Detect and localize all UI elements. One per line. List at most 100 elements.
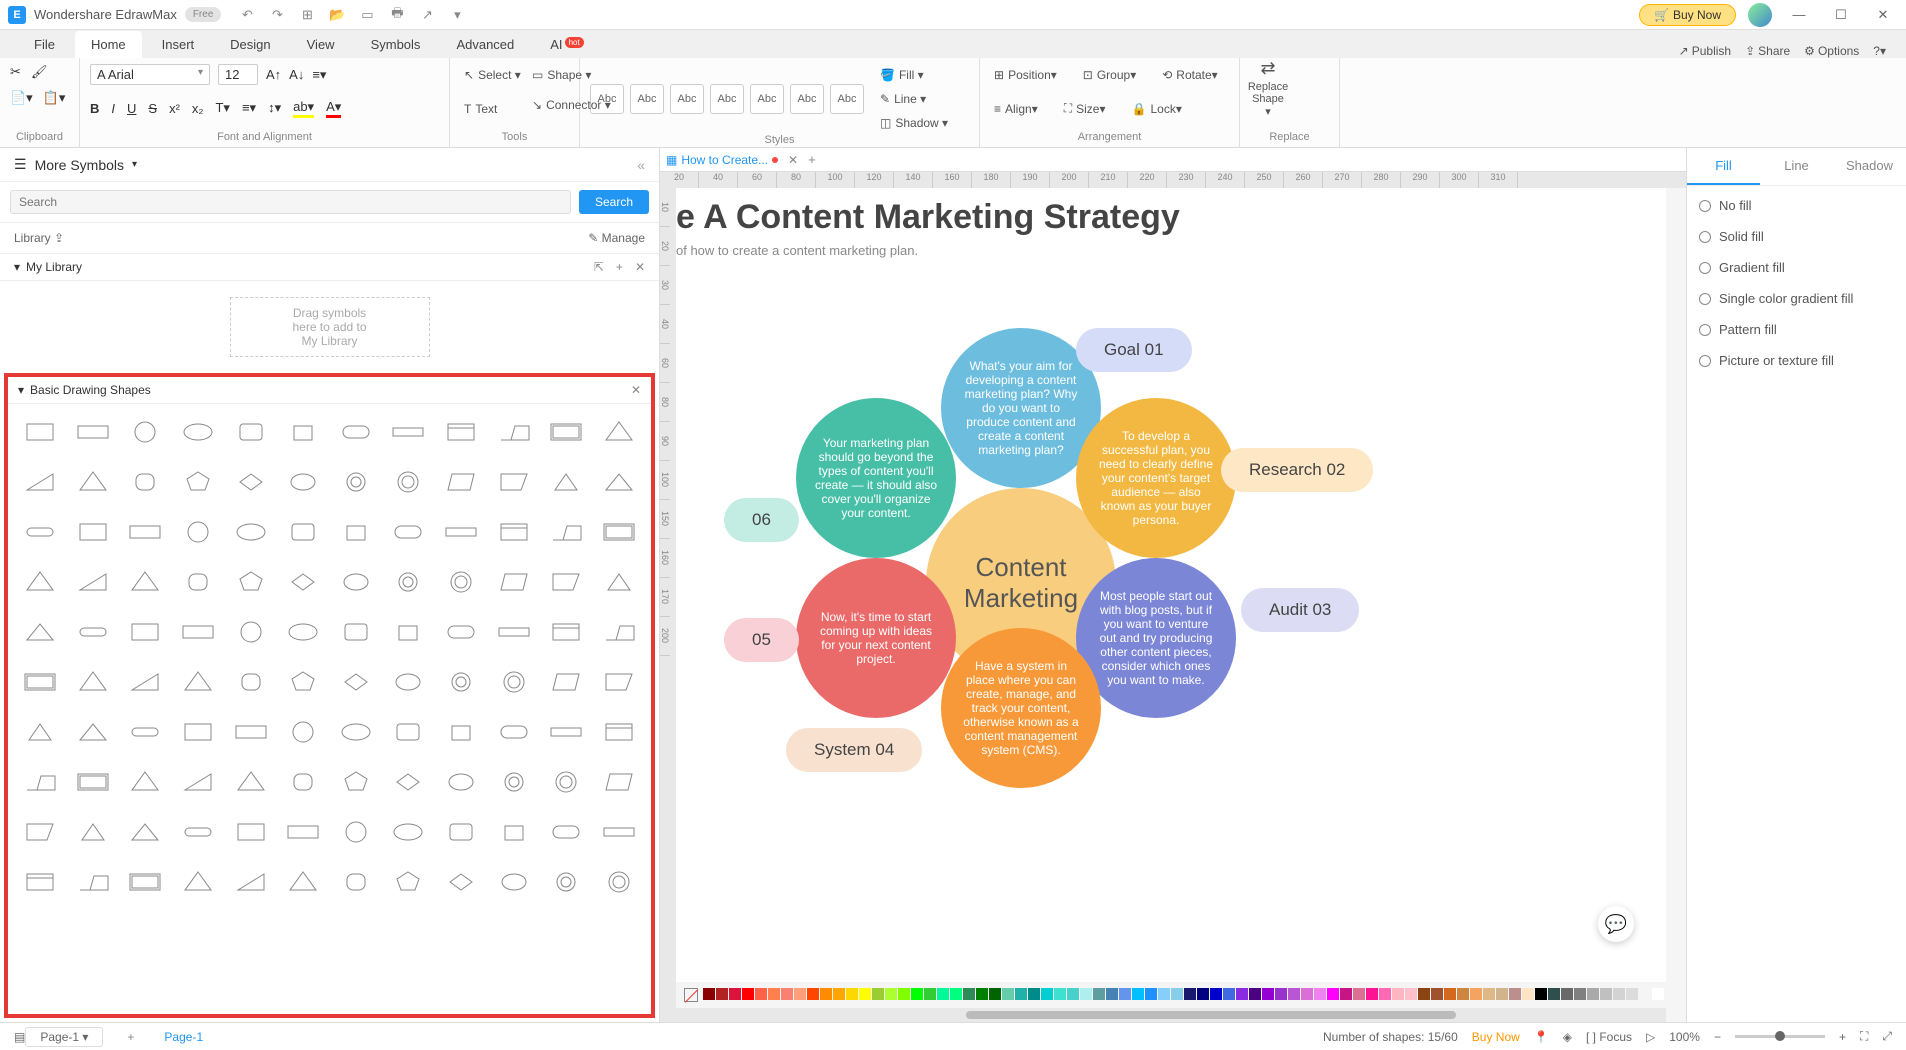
label-05[interactable]: 05 — [724, 618, 799, 662]
shadow-tab[interactable]: Shadow — [1833, 148, 1906, 185]
color-swatch[interactable] — [1353, 988, 1365, 1000]
zoom-value[interactable]: 100% — [1669, 1030, 1700, 1044]
color-swatch[interactable] — [1379, 988, 1391, 1000]
color-swatch[interactable] — [1431, 988, 1443, 1000]
fill-option-solid[interactable]: Solid fill — [1699, 229, 1894, 244]
position-button[interactable]: ⊞ Position▾ — [990, 64, 1061, 86]
shape-stencil[interactable] — [281, 464, 326, 500]
color-swatch[interactable] — [1002, 988, 1014, 1000]
paste-icon[interactable]: 📋▾ — [43, 90, 66, 106]
horizontal-scrollbar[interactable] — [676, 1008, 1666, 1022]
more-symbols-bar[interactable]: ☰ More Symbols ▾ « — [0, 148, 659, 182]
shape-stencil[interactable] — [18, 714, 63, 750]
line-button[interactable]: ✎Line ▾ — [876, 88, 952, 110]
lock-button[interactable]: 🔒 Lock▾ — [1128, 98, 1186, 120]
color-swatch[interactable] — [1223, 988, 1235, 1000]
color-swatch[interactable] — [1652, 988, 1664, 1000]
shape-stencil[interactable] — [491, 714, 536, 750]
shape-stencil[interactable] — [71, 414, 116, 450]
no-color-swatch[interactable] — [684, 988, 698, 1002]
shape-stencil[interactable] — [386, 864, 431, 900]
color-swatch[interactable] — [963, 988, 975, 1000]
fullscreen-icon[interactable]: ⤢ — [1882, 1029, 1892, 1044]
shape-stencil[interactable] — [228, 664, 273, 700]
shape-stencil[interactable] — [123, 564, 168, 600]
shape-stencil[interactable] — [544, 614, 589, 650]
color-swatch[interactable] — [1210, 988, 1222, 1000]
shape-stencil[interactable] — [333, 714, 378, 750]
expand-shapes-icon[interactable]: ▾ — [18, 383, 24, 397]
shape-stencil[interactable] — [228, 714, 273, 750]
shape-stencil[interactable] — [491, 864, 536, 900]
font-family-select[interactable]: A Arial — [90, 64, 210, 85]
shape-stencil[interactable] — [281, 564, 326, 600]
menu-design[interactable]: Design — [214, 31, 286, 58]
canvas-area[interactable]: ▦ How to Create... ✕ + 20406080100120140… — [660, 148, 1686, 1022]
help-bubble-icon[interactable]: 💬 — [1598, 906, 1634, 942]
shape-stencil[interactable] — [491, 514, 536, 550]
shape-stencil[interactable] — [386, 414, 431, 450]
bubble-3[interactable]: Most people start out with blog posts, b… — [1076, 558, 1236, 718]
menu-home[interactable]: Home — [75, 31, 142, 58]
buy-now-button[interactable]: 🛒Buy Now — [1639, 4, 1736, 26]
color-swatch[interactable] — [1548, 988, 1560, 1000]
add-page-button[interactable]: + — [127, 1030, 134, 1044]
shape-stencil[interactable] — [491, 464, 536, 500]
line-tab[interactable]: Line — [1760, 148, 1833, 185]
menu-ai[interactable]: AIhot — [534, 31, 599, 58]
shape-stencil[interactable] — [439, 514, 484, 550]
layers-icon[interactable]: ◈ — [1563, 1030, 1572, 1044]
replace-shape-button[interactable]: ⇄ Replace Shape ▾ — [1250, 64, 1286, 112]
shape-stencil[interactable] — [439, 464, 484, 500]
align-button[interactable]: ≡ Align▾ — [990, 98, 1042, 120]
menu-file[interactable]: File — [18, 31, 71, 58]
shape-stencil[interactable] — [333, 814, 378, 850]
shape-stencil[interactable] — [176, 764, 221, 800]
shape-stencil[interactable] — [123, 664, 168, 700]
color-swatch[interactable] — [755, 988, 767, 1000]
color-swatch[interactable] — [1080, 988, 1092, 1000]
color-swatch[interactable] — [1249, 988, 1261, 1000]
page-title[interactable]: e A Content Marketing Strategy — [676, 198, 1666, 237]
color-swatch[interactable] — [898, 988, 910, 1000]
fill-option-pattern[interactable]: Pattern fill — [1699, 322, 1894, 337]
shape-stencil[interactable] — [123, 614, 168, 650]
copy-icon[interactable]: 📄▾ — [10, 90, 33, 106]
open-icon[interactable]: 📂 — [329, 7, 345, 23]
color-swatch[interactable] — [1522, 988, 1534, 1000]
shape-stencil[interactable] — [333, 464, 378, 500]
shape-stencil[interactable] — [333, 764, 378, 800]
export-icon[interactable]: ↗ — [419, 7, 435, 23]
shape-stencil[interactable] — [176, 564, 221, 600]
add-tab-button[interactable]: + — [808, 152, 816, 167]
color-swatch[interactable] — [1171, 988, 1183, 1000]
label-system[interactable]: System 04 — [786, 728, 922, 772]
superscript-icon[interactable]: x² — [169, 101, 180, 116]
presentation-icon[interactable]: ▷ — [1646, 1030, 1655, 1044]
shape-stencil[interactable] — [176, 664, 221, 700]
more-qa-icon[interactable]: ▾ — [449, 7, 465, 23]
connector-tool[interactable]: ↘Connector ▾ — [528, 94, 615, 116]
search-button[interactable]: Search — [579, 190, 649, 214]
bubble-6[interactable]: Your marketing plan should go beyond the… — [796, 398, 956, 558]
shape-stencil[interactable] — [18, 464, 63, 500]
close-shapes-icon[interactable]: ✕ — [631, 383, 641, 397]
active-page-tab[interactable]: Page-1 — [164, 1030, 203, 1044]
zoom-in-icon[interactable]: + — [1839, 1030, 1846, 1044]
new-icon[interactable]: ⊞ — [299, 7, 315, 23]
color-swatch[interactable] — [716, 988, 728, 1000]
color-swatch[interactable] — [1015, 988, 1027, 1000]
library-label[interactable]: Library ⇪ — [14, 231, 64, 245]
shape-stencil[interactable] — [71, 514, 116, 550]
color-swatch[interactable] — [1600, 988, 1612, 1000]
color-swatch[interactable] — [976, 988, 988, 1000]
shape-stencil[interactable] — [439, 614, 484, 650]
shape-stencil[interactable] — [491, 564, 536, 600]
shape-stencil[interactable] — [439, 714, 484, 750]
color-swatch[interactable] — [846, 988, 858, 1000]
shape-stencil[interactable] — [544, 864, 589, 900]
shape-stencil[interactable] — [439, 764, 484, 800]
shape-stencil[interactable] — [18, 664, 63, 700]
shape-stencil[interactable] — [491, 764, 536, 800]
color-swatch[interactable] — [872, 988, 884, 1000]
